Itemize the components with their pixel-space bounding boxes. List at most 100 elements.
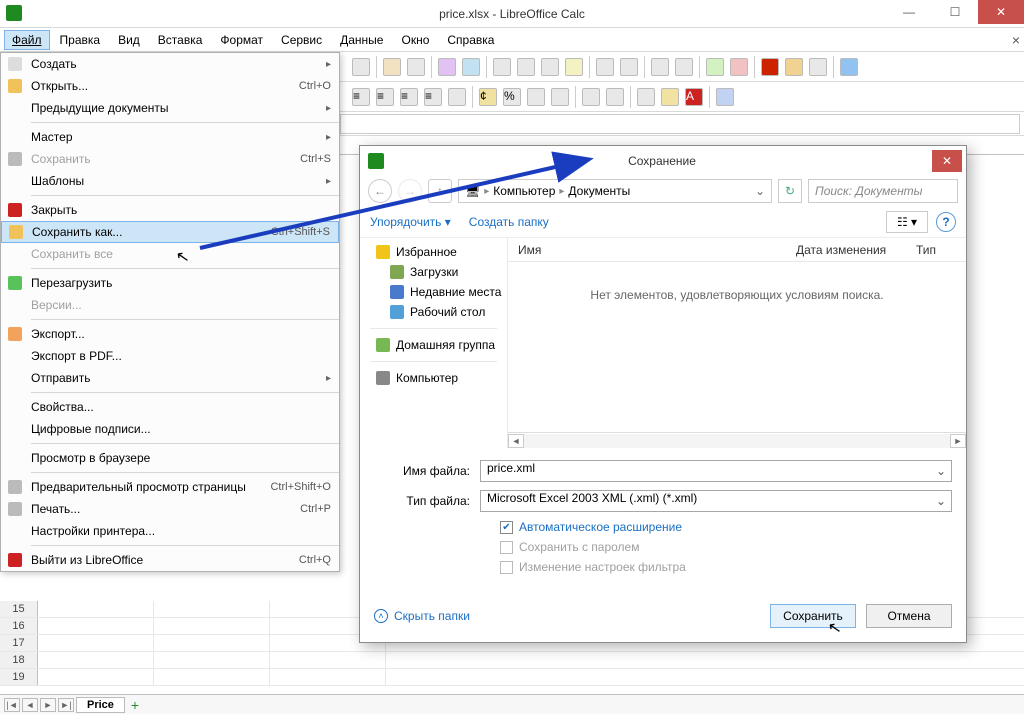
menu-item-wizard[interactable]: Мастер▸ [1, 126, 339, 148]
organize-dropdown[interactable]: Упорядочить ▾ [370, 215, 451, 229]
tree-recent[interactable]: Недавние места [360, 282, 507, 302]
percent-icon[interactable]: % [503, 88, 521, 106]
tab-last-icon[interactable]: ►| [58, 698, 74, 712]
align-left-icon[interactable]: ≡ [352, 88, 370, 106]
menu-item-properties[interactable]: Свойства... [1, 396, 339, 418]
menu-item-new[interactable]: Создать▸ [1, 53, 339, 75]
menu-file[interactable]: Файл [4, 30, 50, 50]
menu-item-save-as[interactable]: Сохранить как...Ctrl+Shift+S [1, 221, 339, 243]
undo-icon[interactable] [596, 58, 614, 76]
tab-first-icon[interactable]: |◄ [4, 698, 20, 712]
toolbar-icon[interactable] [716, 88, 734, 106]
filename-input[interactable]: price.xml⌄ [480, 460, 952, 482]
cancel-button[interactable]: Отмена [866, 604, 952, 628]
menu-item-open[interactable]: Открыть...Ctrl+O [1, 75, 339, 97]
menu-edit[interactable]: Правка [52, 30, 109, 50]
breadcrumb[interactable]: 🖥 ▸ Компьютер ▸ Документы ⌄ [458, 179, 772, 203]
indent-more-icon[interactable] [606, 88, 624, 106]
tree-downloads[interactable]: Загрузки [360, 262, 507, 282]
sheet-tab-price[interactable]: Price [76, 697, 125, 713]
menu-item-print[interactable]: Печать...Ctrl+P [1, 498, 339, 520]
decimal-add-icon[interactable] [527, 88, 545, 106]
dialog-titlebar[interactable]: Сохранение ✕ [360, 146, 966, 176]
window-minimize-button[interactable]: — [886, 0, 932, 24]
chevron-down-icon[interactable]: ⌄ [755, 184, 765, 198]
merge-icon[interactable] [448, 88, 466, 106]
menu-view[interactable]: Вид [110, 30, 148, 50]
borders-icon[interactable] [637, 88, 655, 106]
refresh-icon[interactable]: ↻ [778, 179, 802, 203]
currency-icon[interactable]: ¢ [479, 88, 497, 106]
menu-tools[interactable]: Сервис [273, 30, 330, 50]
menu-insert[interactable]: Вставка [150, 30, 211, 50]
chevron-down-icon[interactable]: ⌄ [933, 493, 949, 509]
fontcolor-icon[interactable]: A [685, 88, 703, 106]
menu-item-reload[interactable]: Перезагрузить [1, 272, 339, 294]
folder-tree[interactable]: Избранное Загрузки Недавние места Рабочи… [360, 238, 508, 448]
tree-favorites[interactable]: Избранное [360, 242, 507, 262]
menu-item-close[interactable]: Закрыть [1, 199, 339, 221]
scroll-left-icon[interactable]: ◄ [508, 434, 524, 448]
horizontal-scrollbar[interactable]: ◄ ► [508, 432, 966, 448]
menu-item-signatures[interactable]: Цифровые подписи... [1, 418, 339, 440]
menu-item-recent[interactable]: Предыдущие документы▸ [1, 97, 339, 119]
decimal-remove-icon[interactable] [551, 88, 569, 106]
col-type[interactable]: Тип [906, 243, 966, 257]
window-close-button[interactable]: ✕ [978, 0, 1024, 24]
menu-help[interactable]: Справка [439, 30, 502, 50]
help-icon[interactable]: ? [936, 212, 956, 232]
menu-item-send[interactable]: Отправить▸ [1, 367, 339, 389]
align-center-icon[interactable]: ≡ [376, 88, 394, 106]
file-list[interactable]: Имя Дата изменения Тип Нет элементов, уд… [508, 238, 966, 448]
cut-icon[interactable] [493, 58, 511, 76]
help-icon[interactable] [840, 58, 858, 76]
tab-next-icon[interactable]: ► [40, 698, 56, 712]
formula-input[interactable] [340, 114, 1020, 134]
toolbar-icon[interactable] [785, 58, 803, 76]
menu-item-export[interactable]: Экспорт... [1, 323, 339, 345]
breadcrumb-item[interactable]: Компьютер [493, 184, 555, 198]
redo-icon[interactable] [620, 58, 638, 76]
sort-asc-icon[interactable] [651, 58, 669, 76]
menu-item-browser-preview[interactable]: Просмотр в браузере [1, 447, 339, 469]
menu-item-export-pdf[interactable]: Экспорт в PDF... [1, 345, 339, 367]
paste-icon[interactable] [541, 58, 559, 76]
scroll-right-icon[interactable]: ► [950, 434, 966, 448]
sort-desc-icon[interactable] [675, 58, 693, 76]
window-maximize-button[interactable]: ☐ [932, 0, 978, 24]
toolbar-icon[interactable] [352, 58, 370, 76]
breadcrumb-item[interactable]: Документы [568, 184, 630, 198]
menu-format[interactable]: Формат [212, 30, 271, 50]
toolbar-icon[interactable] [730, 58, 748, 76]
menu-item-exit[interactable]: Выйти из LibreOfficeCtrl+Q [1, 549, 339, 571]
preview-icon[interactable] [407, 58, 425, 76]
menu-window[interactable]: Окно [393, 30, 437, 50]
add-sheet-button[interactable]: + [127, 697, 143, 713]
nav-forward-icon[interactable]: → [398, 179, 422, 203]
chart-icon[interactable] [706, 58, 724, 76]
spell-icon[interactable] [438, 58, 456, 76]
new-folder-button[interactable]: Создать папку [469, 215, 549, 229]
filetype-select[interactable]: Microsoft Excel 2003 XML (.xml) (*.xml)⌄ [480, 490, 952, 512]
toolbar-icon[interactable] [462, 58, 480, 76]
tab-prev-icon[interactable]: ◄ [22, 698, 38, 712]
col-name[interactable]: Имя [508, 243, 786, 257]
indent-less-icon[interactable] [582, 88, 600, 106]
document-close-button[interactable]: × [1012, 32, 1020, 48]
nav-up-icon[interactable]: ↑ [428, 179, 452, 203]
menu-item-page-preview[interactable]: Предварительный просмотр страницыCtrl+Sh… [1, 476, 339, 498]
align-justify-icon[interactable]: ≡ [424, 88, 442, 106]
record-icon[interactable] [761, 58, 779, 76]
menu-item-printer-settings[interactable]: Настройки принтера... [1, 520, 339, 542]
print-icon[interactable] [383, 58, 401, 76]
checkbox-auto-extension[interactable]: ✔ Автоматическое расширение [500, 520, 952, 534]
nav-back-icon[interactable]: ← [368, 179, 392, 203]
tree-computer[interactable]: Компьютер [360, 368, 507, 388]
tree-desktop[interactable]: Рабочий стол [360, 302, 507, 322]
view-mode-dropdown[interactable]: ☷ ▾ [886, 211, 928, 233]
search-input[interactable]: Поиск: Документы [808, 179, 958, 203]
hide-folders-link[interactable]: ˄ Скрыть папки [374, 609, 470, 623]
col-date[interactable]: Дата изменения [786, 243, 906, 257]
menu-item-templates[interactable]: Шаблоны▸ [1, 170, 339, 192]
dialog-close-button[interactable]: ✕ [932, 150, 962, 172]
